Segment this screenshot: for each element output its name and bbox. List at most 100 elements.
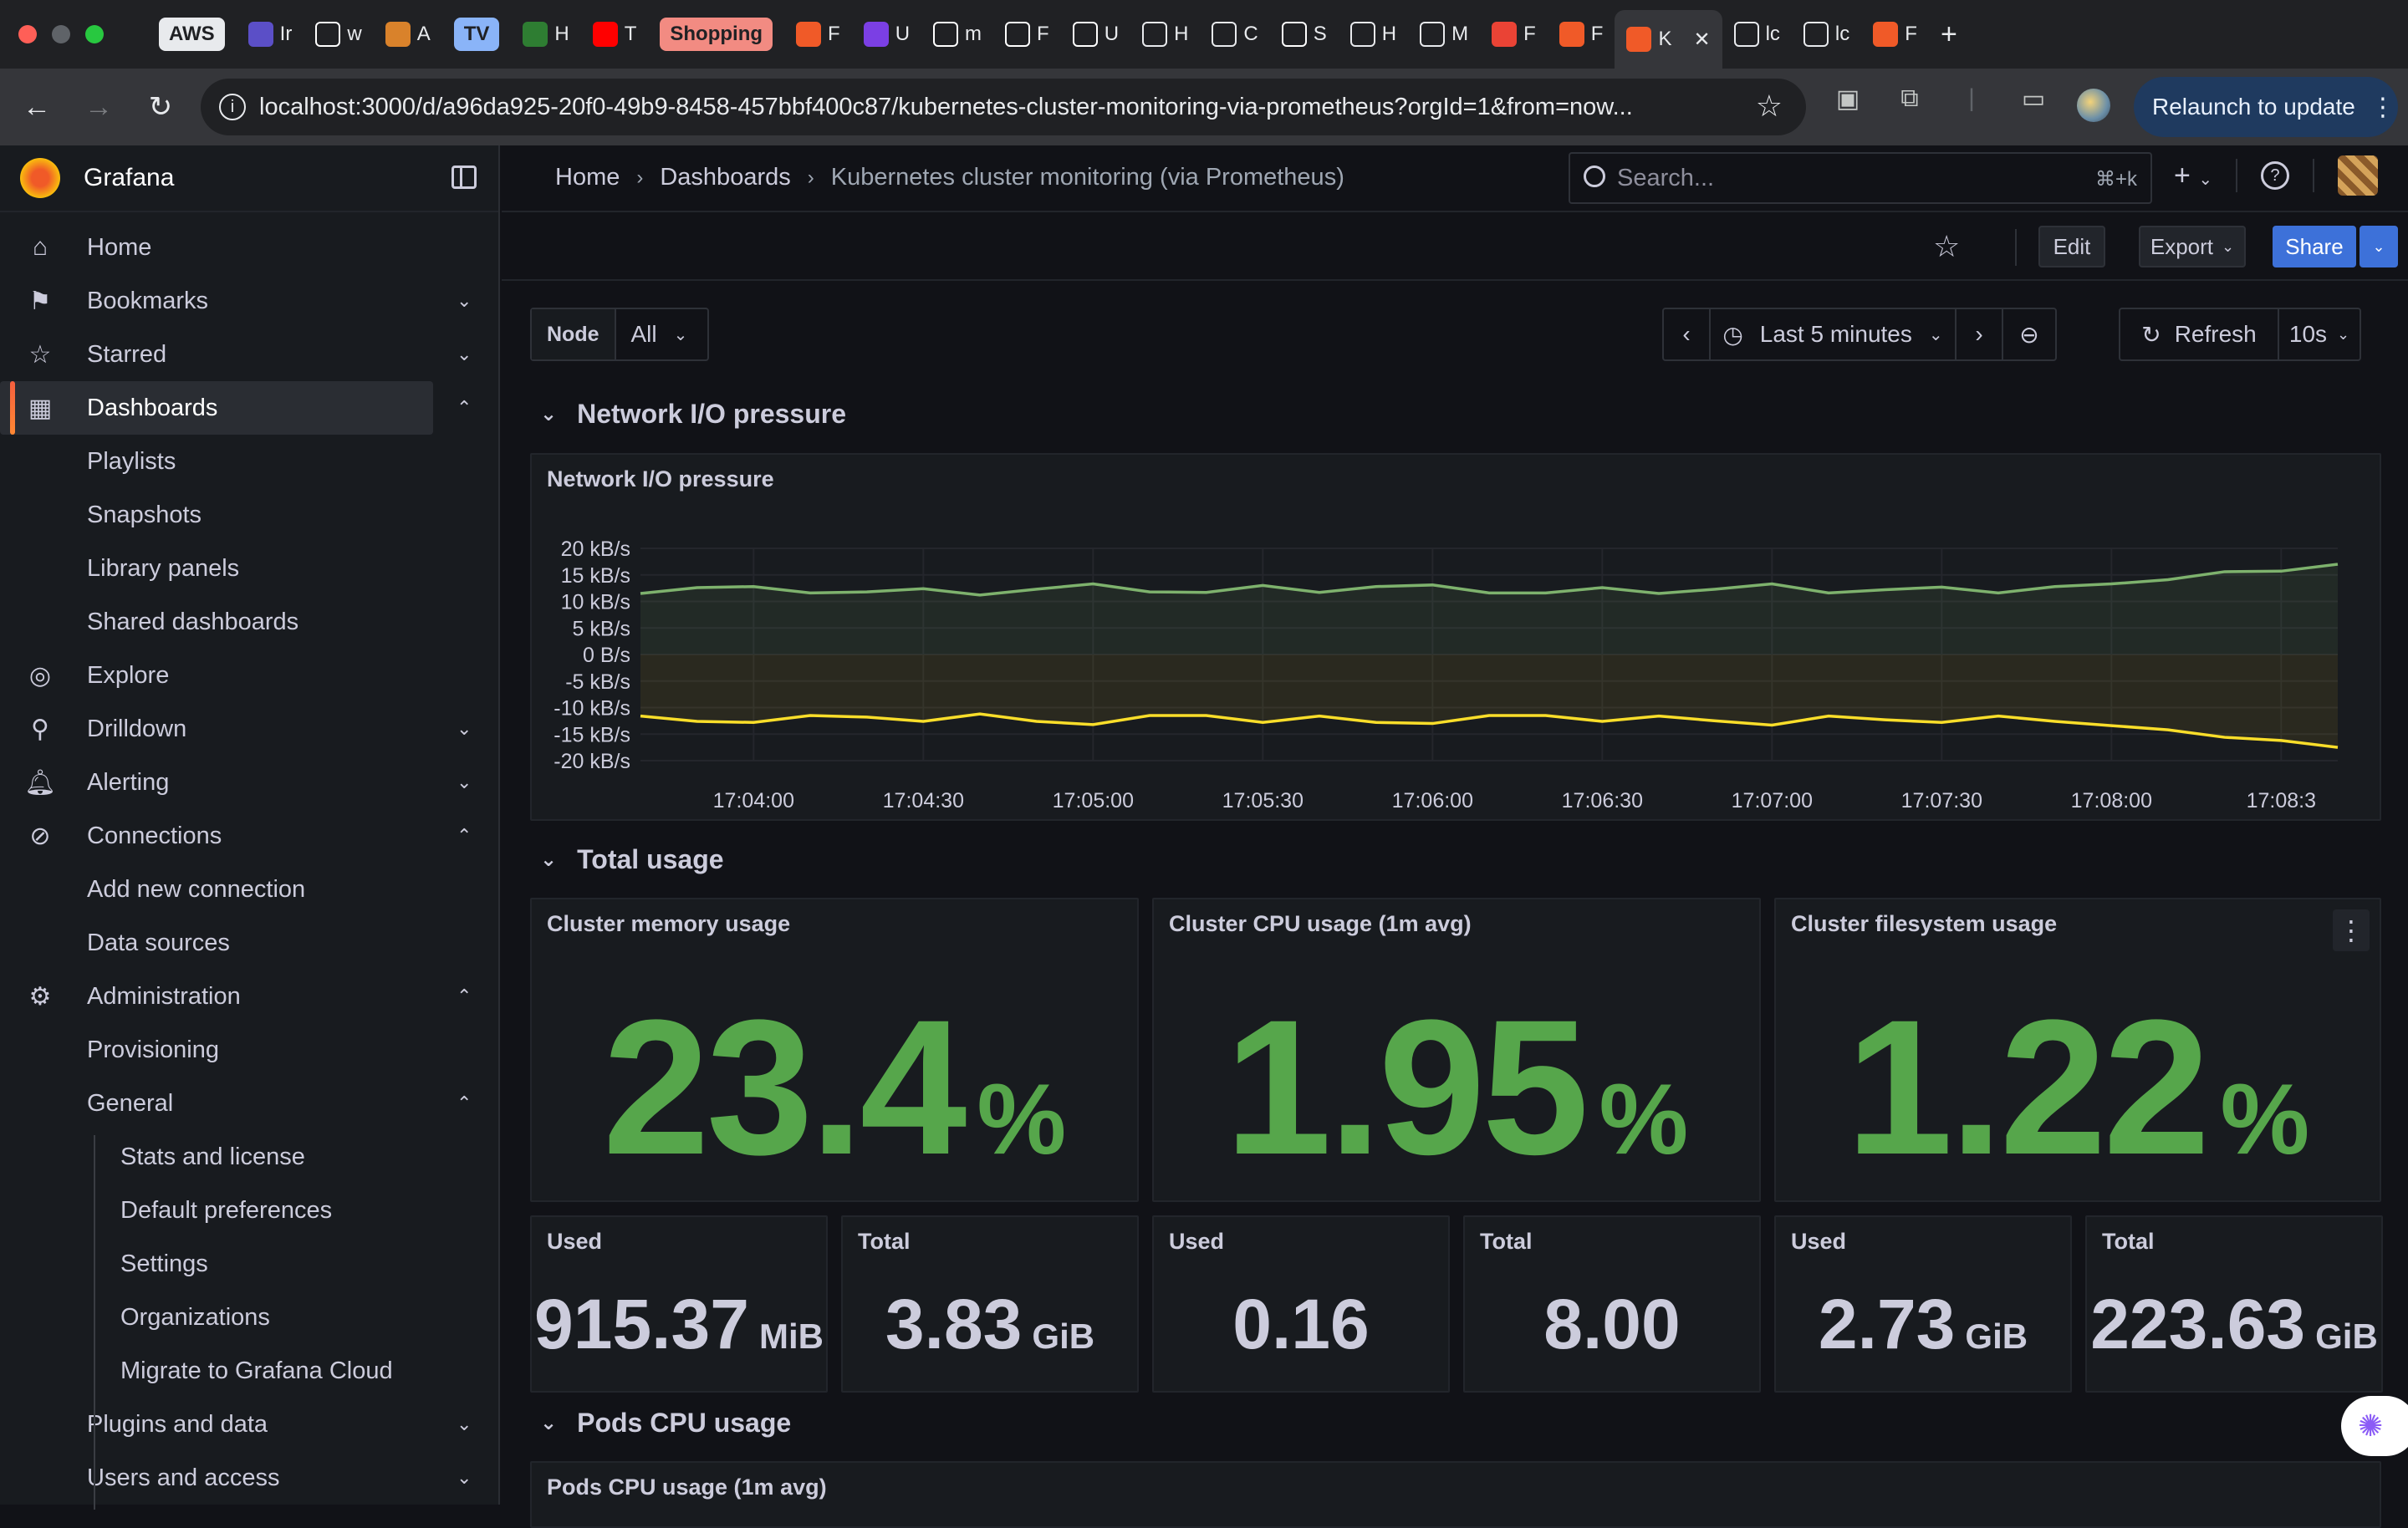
- refresh-interval-picker[interactable]: 10s ⌄: [2279, 309, 2360, 359]
- browser-tab[interactable]: H: [1130, 9, 1200, 59]
- sidebar-item-plugins-and-data[interactable]: Plugins and data ⌄: [0, 1398, 498, 1451]
- chevron-down-icon[interactable]: ⌄: [457, 718, 472, 740]
- sidebar-item-library-panels[interactable]: Library panels: [0, 542, 498, 595]
- small-stat-panel[interactable]: Used 0.16: [1152, 1215, 1450, 1393]
- browser-tab[interactable]: S: [1270, 9, 1339, 59]
- browser-tab[interactable]: F: [1548, 9, 1615, 59]
- sidebar-item-users-and-access[interactable]: Users and access ⌄: [0, 1451, 498, 1505]
- breadcrumb-home[interactable]: Home: [555, 164, 620, 191]
- time-forward-button[interactable]: ›: [1956, 309, 2003, 359]
- sidebar-item-playlists[interactable]: Playlists: [0, 435, 498, 488]
- browser-tab[interactable]: F: [784, 9, 852, 59]
- chevron-down-icon[interactable]: ⌄: [457, 1413, 472, 1435]
- pods-cpu-panel[interactable]: Pods CPU usage (1m avg): [530, 1461, 2381, 1528]
- star-dashboard-icon[interactable]: ☆: [1933, 229, 1960, 264]
- browser-tab[interactable]: lc: [1792, 9, 1861, 59]
- node-variable-select[interactable]: All ⌄: [616, 309, 708, 359]
- time-back-button[interactable]: ‹: [1664, 309, 1711, 359]
- chevron-down-icon[interactable]: ⌄: [457, 290, 472, 312]
- sidebar-item-shared-dashboards[interactable]: Shared dashboards: [0, 595, 498, 649]
- browser-tab[interactable]: m: [921, 9, 993, 59]
- help-icon[interactable]: ?: [2261, 161, 2290, 190]
- chevron-up-icon[interactable]: ⌃: [457, 1093, 472, 1114]
- sidebar-item-migrate-to-grafana-cloud[interactable]: Migrate to Grafana Cloud: [0, 1344, 498, 1398]
- chevron-up-icon[interactable]: ⌃: [457, 397, 472, 419]
- window-minimize-button[interactable]: [52, 25, 70, 43]
- sidebar-item-home[interactable]: ⌂ Home: [0, 221, 498, 274]
- breadcrumb-dashboards[interactable]: Dashboards: [660, 164, 790, 191]
- share-button[interactable]: Share: [2273, 226, 2356, 267]
- browser-tab[interactable]: H: [511, 9, 580, 59]
- edit-button[interactable]: Edit: [2038, 226, 2105, 267]
- panel-menu-icon[interactable]: ⋮: [2333, 909, 2370, 951]
- browser-tab[interactable]: F: [1861, 9, 1929, 59]
- time-range-picker[interactable]: ◷ Last 5 minutes ⌄: [1711, 309, 1956, 359]
- sidebar-item-provisioning[interactable]: Provisioning: [0, 1023, 498, 1077]
- sidebar-item-add-new-connection[interactable]: Add new connection: [0, 863, 498, 916]
- small-stat-panel[interactable]: Used 2.73 GiB: [1774, 1215, 2072, 1393]
- chevron-down-icon[interactable]: ⌄: [457, 772, 472, 793]
- browser-tab[interactable]: F: [1480, 9, 1548, 59]
- browser-tab[interactable]: Ir: [237, 9, 304, 59]
- assistant-float-button[interactable]: ✺: [2341, 1396, 2408, 1456]
- reload-button[interactable]: ↻: [135, 82, 186, 132]
- sidebar-item-dashboards[interactable]: ▦ Dashboards ⌃: [0, 381, 472, 435]
- site-info-icon[interactable]: i: [219, 94, 246, 120]
- sidebar-item-organizations[interactable]: Organizations: [0, 1291, 498, 1344]
- browser-tab[interactable]: A: [374, 9, 442, 59]
- relaunch-button[interactable]: Relaunch to update ⋮: [2134, 77, 2398, 137]
- grafana-logo-icon[interactable]: [20, 158, 60, 198]
- bookmark-star-icon[interactable]: ☆: [1756, 89, 1783, 124]
- close-tab-icon[interactable]: ✕: [1693, 28, 1710, 52]
- small-stat-panel[interactable]: Used 915.37 MiB: [530, 1215, 828, 1393]
- cast-icon[interactable]: ▣: [1831, 82, 1865, 115]
- sidebar-item-connections[interactable]: ⊘ Connections ⌃: [0, 809, 498, 863]
- browser-tab[interactable]: w: [304, 9, 373, 59]
- cpu-usage-panel[interactable]: Cluster CPU usage (1m avg) 1.95%: [1152, 898, 1761, 1202]
- sidebar-item-alerting[interactable]: 🔔︎ Alerting ⌄: [0, 756, 498, 809]
- chevron-up-icon[interactable]: ⌃: [457, 986, 472, 1007]
- small-stat-panel[interactable]: Total 3.83 GiB: [841, 1215, 1139, 1393]
- sidebar-item-bookmarks[interactable]: ⚑ Bookmarks ⌄: [0, 274, 498, 328]
- small-stat-panel[interactable]: Total 223.63 GiB: [2085, 1215, 2383, 1393]
- sidebar-item-snapshots[interactable]: Snapshots: [0, 488, 498, 542]
- chevron-up-icon[interactable]: ⌃: [457, 825, 472, 847]
- refresh-button[interactable]: ↻ Refresh: [2120, 309, 2279, 359]
- sidebar-item-data-sources[interactable]: Data sources: [0, 916, 498, 970]
- row-network-toggle[interactable]: ⌄ Network I/O pressure: [540, 389, 846, 439]
- row-total-toggle[interactable]: ⌄ Total usage: [540, 834, 724, 884]
- filesystem-usage-panel[interactable]: Cluster filesystem usage ⋮ 1.22%: [1774, 898, 2381, 1202]
- row-pods-toggle[interactable]: ⌄ Pods CPU usage: [540, 1398, 791, 1448]
- browser-tab[interactable]: Shopping: [648, 9, 784, 59]
- browser-tab[interactable]: lc: [1722, 9, 1792, 59]
- window-close-button[interactable]: [18, 25, 37, 43]
- browser-tab[interactable]: T: [581, 9, 649, 59]
- sidebar-item-settings[interactable]: Settings: [0, 1237, 498, 1291]
- user-avatar[interactable]: [2338, 155, 2379, 196]
- dock-menu-icon[interactable]: [452, 166, 477, 189]
- sidebar-item-stats-and-license[interactable]: Stats and license: [0, 1130, 498, 1184]
- window-zoom-button[interactable]: [85, 25, 104, 43]
- browser-tab[interactable]: F: [993, 9, 1061, 59]
- forward-button[interactable]: →: [74, 82, 124, 132]
- sidebar-item-drilldown[interactable]: ⚲ Drilldown ⌄: [0, 702, 498, 756]
- new-tab-button[interactable]: +: [1941, 18, 1957, 51]
- network-io-panel[interactable]: Network I/O pressure 20 kB/s 15 kB/s 10 kB…: [530, 453, 2381, 821]
- browser-tab[interactable]: TV: [442, 9, 512, 59]
- search-input[interactable]: Search... ⌘+k: [1569, 152, 2152, 204]
- back-button[interactable]: ←: [12, 82, 62, 132]
- sidebar-item-general[interactable]: General ⌃: [0, 1077, 498, 1130]
- share-menu-button[interactable]: ⌄: [2360, 226, 2398, 267]
- new-menu-button[interactable]: + ⌄: [2174, 160, 2212, 192]
- sidebar-item-starred[interactable]: ☆ Starred ⌄: [0, 328, 498, 381]
- chevron-down-icon[interactable]: ⌄: [457, 344, 472, 365]
- browser-tab[interactable]: U: [1061, 9, 1130, 59]
- extensions-icon[interactable]: ⧉: [1893, 82, 1926, 115]
- sidebar-item-administration[interactable]: ⚙ Administration ⌃: [0, 970, 498, 1023]
- address-bar[interactable]: i localhost:3000/d/a96da925-20f0-49b9-84…: [201, 79, 1806, 135]
- browser-tab[interactable]: K ✕: [1615, 10, 1722, 69]
- browser-tab[interactable]: H: [1339, 9, 1408, 59]
- browser-tab[interactable]: C: [1200, 9, 1269, 59]
- sidebar-item-explore[interactable]: ◎ Explore: [0, 649, 498, 702]
- browser-tab[interactable]: AWS: [147, 9, 237, 59]
